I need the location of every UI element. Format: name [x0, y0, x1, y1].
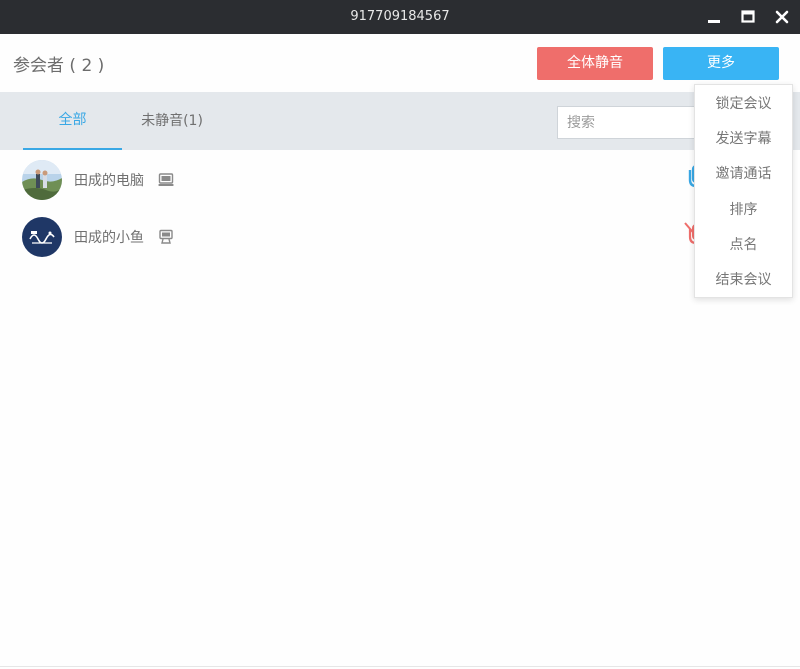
menu-item-sort[interactable]: 排序: [695, 193, 792, 228]
participant-name: 田成的电脑: [74, 173, 144, 189]
maximize-icon[interactable]: [738, 7, 758, 27]
mute-all-button[interactable]: 全体静音: [537, 47, 653, 80]
avatar: [22, 160, 62, 200]
more-dropdown-menu: 锁定会议 发送字幕 邀请通话 排序 点名 结束会议: [694, 84, 793, 298]
menu-item-lock-meeting[interactable]: 锁定会议: [695, 87, 792, 122]
window-title: 917709184567: [350, 9, 450, 24]
menu-item-end-meeting[interactable]: 结束会议: [695, 263, 792, 298]
computer-icon: [158, 172, 174, 188]
bottom-divider: [0, 666, 800, 667]
filter-tab-bar: 全部 未静音(1): [0, 92, 800, 150]
minimize-icon[interactable]: [704, 7, 724, 27]
title-bar: 917709184567: [0, 0, 800, 34]
menu-item-invite-call[interactable]: 邀请通话: [695, 157, 792, 192]
participant-name: 田成的小鱼: [74, 230, 144, 246]
search-input[interactable]: [557, 106, 707, 139]
video-terminal-icon: [158, 229, 174, 245]
menu-item-roll-call[interactable]: 点名: [695, 228, 792, 263]
tab-unmuted[interactable]: 未静音(1): [122, 92, 222, 150]
tab-all[interactable]: 全部: [23, 92, 122, 150]
close-icon[interactable]: [772, 7, 792, 27]
participant-row[interactable]: 田成的小鱼: [0, 207, 800, 264]
participant-row[interactable]: 田成的电脑: [0, 150, 800, 207]
participants-count-title: 参会者 ( 2 ): [13, 56, 105, 76]
more-button[interactable]: 更多: [663, 47, 779, 80]
menu-item-send-subtitle[interactable]: 发送字幕: [695, 122, 792, 157]
participants-header: 参会者 ( 2 ) 全体静音 更多: [0, 34, 800, 92]
avatar: [22, 217, 62, 257]
